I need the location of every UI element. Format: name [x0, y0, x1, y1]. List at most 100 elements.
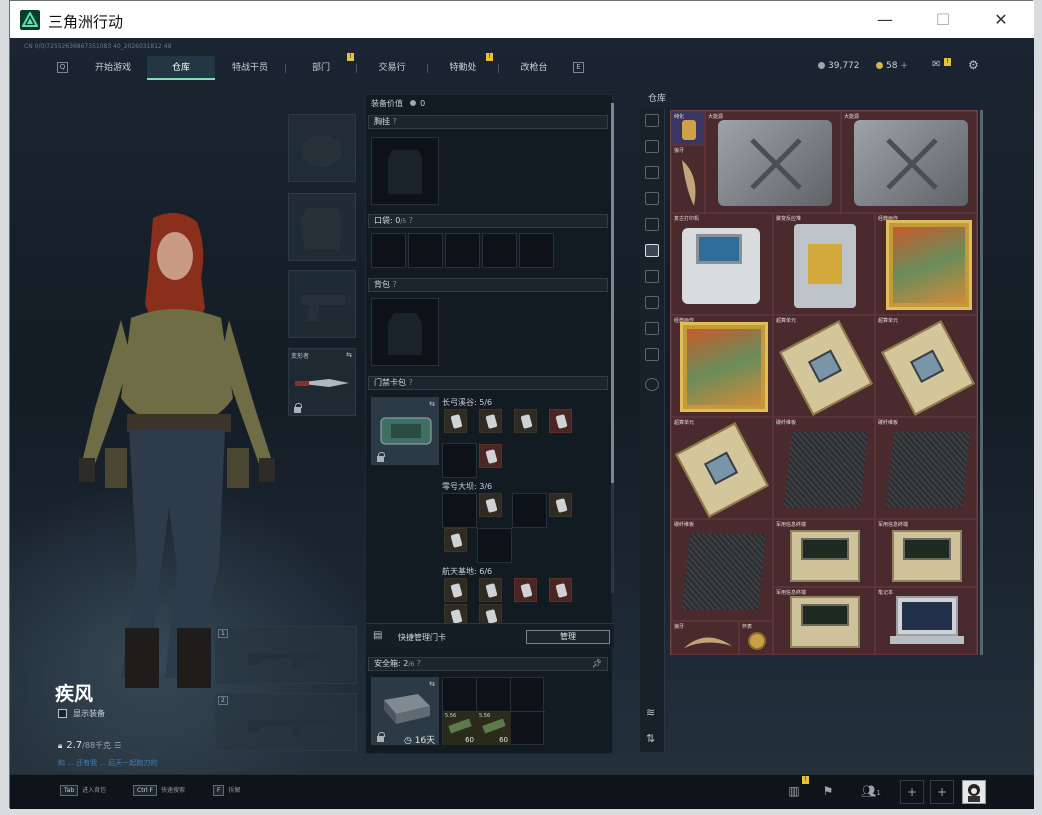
pocket-slot[interactable]: [482, 233, 517, 268]
show-equipment-toggle[interactable]: 显示装备: [58, 708, 105, 719]
safe-item-ammo[interactable]: 5.56 60: [443, 712, 477, 745]
pistol-slot[interactable]: [288, 270, 356, 338]
warehouse-item[interactable]: 大能源: [705, 111, 841, 213]
warehouse-item[interactable]: 碳纤维板: [875, 417, 977, 519]
keycard-item[interactable]: [549, 493, 572, 517]
swap-icon[interactable]: ⇆: [346, 351, 352, 359]
help-icon[interactable]: ?: [409, 216, 413, 225]
friends-button[interactable]: 👥︎1: [856, 780, 886, 804]
keycard-empty-slot[interactable]: [442, 443, 477, 478]
hint-dismantle[interactable]: F 拆解: [213, 785, 240, 796]
safe-empty-cell[interactable]: [443, 678, 477, 712]
help-icon[interactable]: ?: [409, 378, 413, 387]
keycard-item[interactable]: [479, 409, 502, 433]
warehouse-item[interactable]: 怀表: [739, 621, 773, 655]
pocket-slot[interactable]: [371, 233, 406, 268]
checkbox-icon[interactable]: [58, 709, 67, 718]
tab-warehouse[interactable]: 仓库: [147, 56, 215, 80]
warehouse-item[interactable]: 聚变反应堆: [773, 213, 875, 315]
hint-open-backpack[interactable]: Tab 进入背包: [60, 785, 106, 796]
keycard-item[interactable]: [549, 578, 572, 602]
warehouse-item[interactable]: 狼牙: [671, 621, 739, 655]
manage-button[interactable]: 管理: [526, 630, 610, 644]
settings-gear-icon[interactable]: ⚙: [968, 59, 982, 71]
keycard-item[interactable]: [479, 444, 502, 468]
category-keys-icon[interactable]: [645, 270, 659, 283]
category-parts-icon[interactable]: [645, 296, 659, 309]
close-button[interactable]: ✕: [978, 1, 1024, 38]
warehouse-item[interactable]: 超算单元: [875, 315, 977, 417]
minimize-button[interactable]: —: [862, 1, 908, 38]
helmet-slot[interactable]: [288, 114, 356, 182]
safe-box-slot[interactable]: ⇆ ◷ 16天: [371, 677, 439, 746]
sort-icon[interactable]: ⇅: [646, 732, 655, 745]
warehouse-item[interactable]: 笔记本: [875, 587, 977, 655]
keycard-item[interactable]: [479, 578, 502, 602]
tab-start-game[interactable]: 开始游戏: [79, 56, 147, 80]
layers-icon[interactable]: ≋: [646, 706, 655, 719]
keycard-item[interactable]: [549, 409, 572, 433]
safe-empty-cell[interactable]: [511, 678, 545, 712]
category-ammo-icon[interactable]: [645, 192, 659, 205]
help-icon[interactable]: ?: [393, 117, 397, 126]
category-collectibles-icon[interactable]: [645, 244, 659, 257]
swap-icon[interactable]: ⇆: [429, 400, 435, 408]
keycard-item[interactable]: [444, 409, 467, 433]
warehouse-item[interactable]: 经典画作: [671, 315, 773, 417]
pocket-slot[interactable]: [408, 233, 443, 268]
keycard-item[interactable]: [479, 493, 502, 517]
category-all-icon[interactable]: [645, 114, 659, 127]
hint-quick-search[interactable]: Ctrl F 快速搜索: [133, 785, 185, 796]
warehouse-scrollbar[interactable]: [980, 110, 983, 655]
panel-scrollbar[interactable]: [611, 103, 614, 593]
body-armor-slot[interactable]: [288, 193, 356, 261]
add-currency-button[interactable]: +: [900, 61, 908, 71]
warehouse-item[interactable]: 大能源: [841, 111, 977, 213]
pin-icon[interactable]: 📌︎: [592, 658, 602, 670]
category-materials-icon[interactable]: [645, 322, 659, 335]
keycard-item[interactable]: [444, 578, 467, 602]
weight-details-icon[interactable]: ☰: [114, 741, 121, 750]
tab-trading[interactable]: 交易行: [357, 56, 427, 80]
prev-tab-key[interactable]: Q: [57, 62, 68, 73]
keycard-empty-slot[interactable]: [512, 493, 547, 528]
warehouse-item[interactable]: 碳纤维板: [773, 417, 875, 519]
primary-weapon-slot-1[interactable]: 1: [215, 626, 357, 684]
flag-icon[interactable]: ⚑: [816, 780, 840, 804]
category-armor-icon[interactable]: [645, 166, 659, 179]
help-icon[interactable]: ?: [417, 659, 421, 668]
help-icon[interactable]: ?: [393, 280, 397, 289]
warehouse-item[interactable]: 军用信息终端: [875, 519, 977, 587]
keycard-empty-slot[interactable]: [477, 528, 512, 563]
tab-operators[interactable]: 特战干员: [215, 56, 285, 80]
melee-slot[interactable]: 变形者 ⇆: [288, 348, 356, 416]
avatar[interactable]: [962, 780, 986, 804]
keycard-empty-slot[interactable]: [442, 493, 477, 528]
tab-gunsmith[interactable]: 改枪台: [499, 56, 569, 80]
pocket-slot[interactable]: [519, 233, 554, 268]
keycard-item[interactable]: [514, 409, 537, 433]
warehouse-item[interactable]: 军用信息终端: [773, 587, 875, 655]
warehouse-item[interactable]: 经典画作: [875, 213, 977, 315]
next-tab-key[interactable]: E: [573, 62, 584, 73]
category-settings-icon[interactable]: [645, 378, 659, 391]
warehouse-item[interactable]: 军用信息终端: [773, 519, 875, 587]
warehouse-item[interactable]: 纯化: [671, 111, 705, 145]
pocket-slot[interactable]: [445, 233, 480, 268]
safe-item-ammo[interactable]: 5.56 60: [477, 712, 511, 745]
swap-icon[interactable]: ⇆: [429, 680, 435, 688]
invite-slot-button[interactable]: +: [900, 780, 924, 804]
invite-slot-button[interactable]: +: [930, 780, 954, 804]
category-misc-icon[interactable]: [645, 348, 659, 361]
primary-weapon-slot-2[interactable]: 2: [215, 693, 357, 751]
category-weapons-icon[interactable]: [645, 140, 659, 153]
maximize-button[interactable]: ☐: [920, 1, 966, 38]
chest-rig-slot[interactable]: [371, 137, 439, 205]
keycard-item[interactable]: [444, 528, 467, 552]
warehouse-item[interactable]: 复古打印机: [671, 213, 773, 315]
tab-department[interactable]: 部门: [286, 56, 356, 80]
backpack-slot[interactable]: [371, 298, 439, 366]
warehouse-item[interactable]: 狼牙: [671, 145, 705, 213]
warehouse-item[interactable]: 碳纤维板: [671, 519, 773, 621]
keycard-item[interactable]: [514, 578, 537, 602]
